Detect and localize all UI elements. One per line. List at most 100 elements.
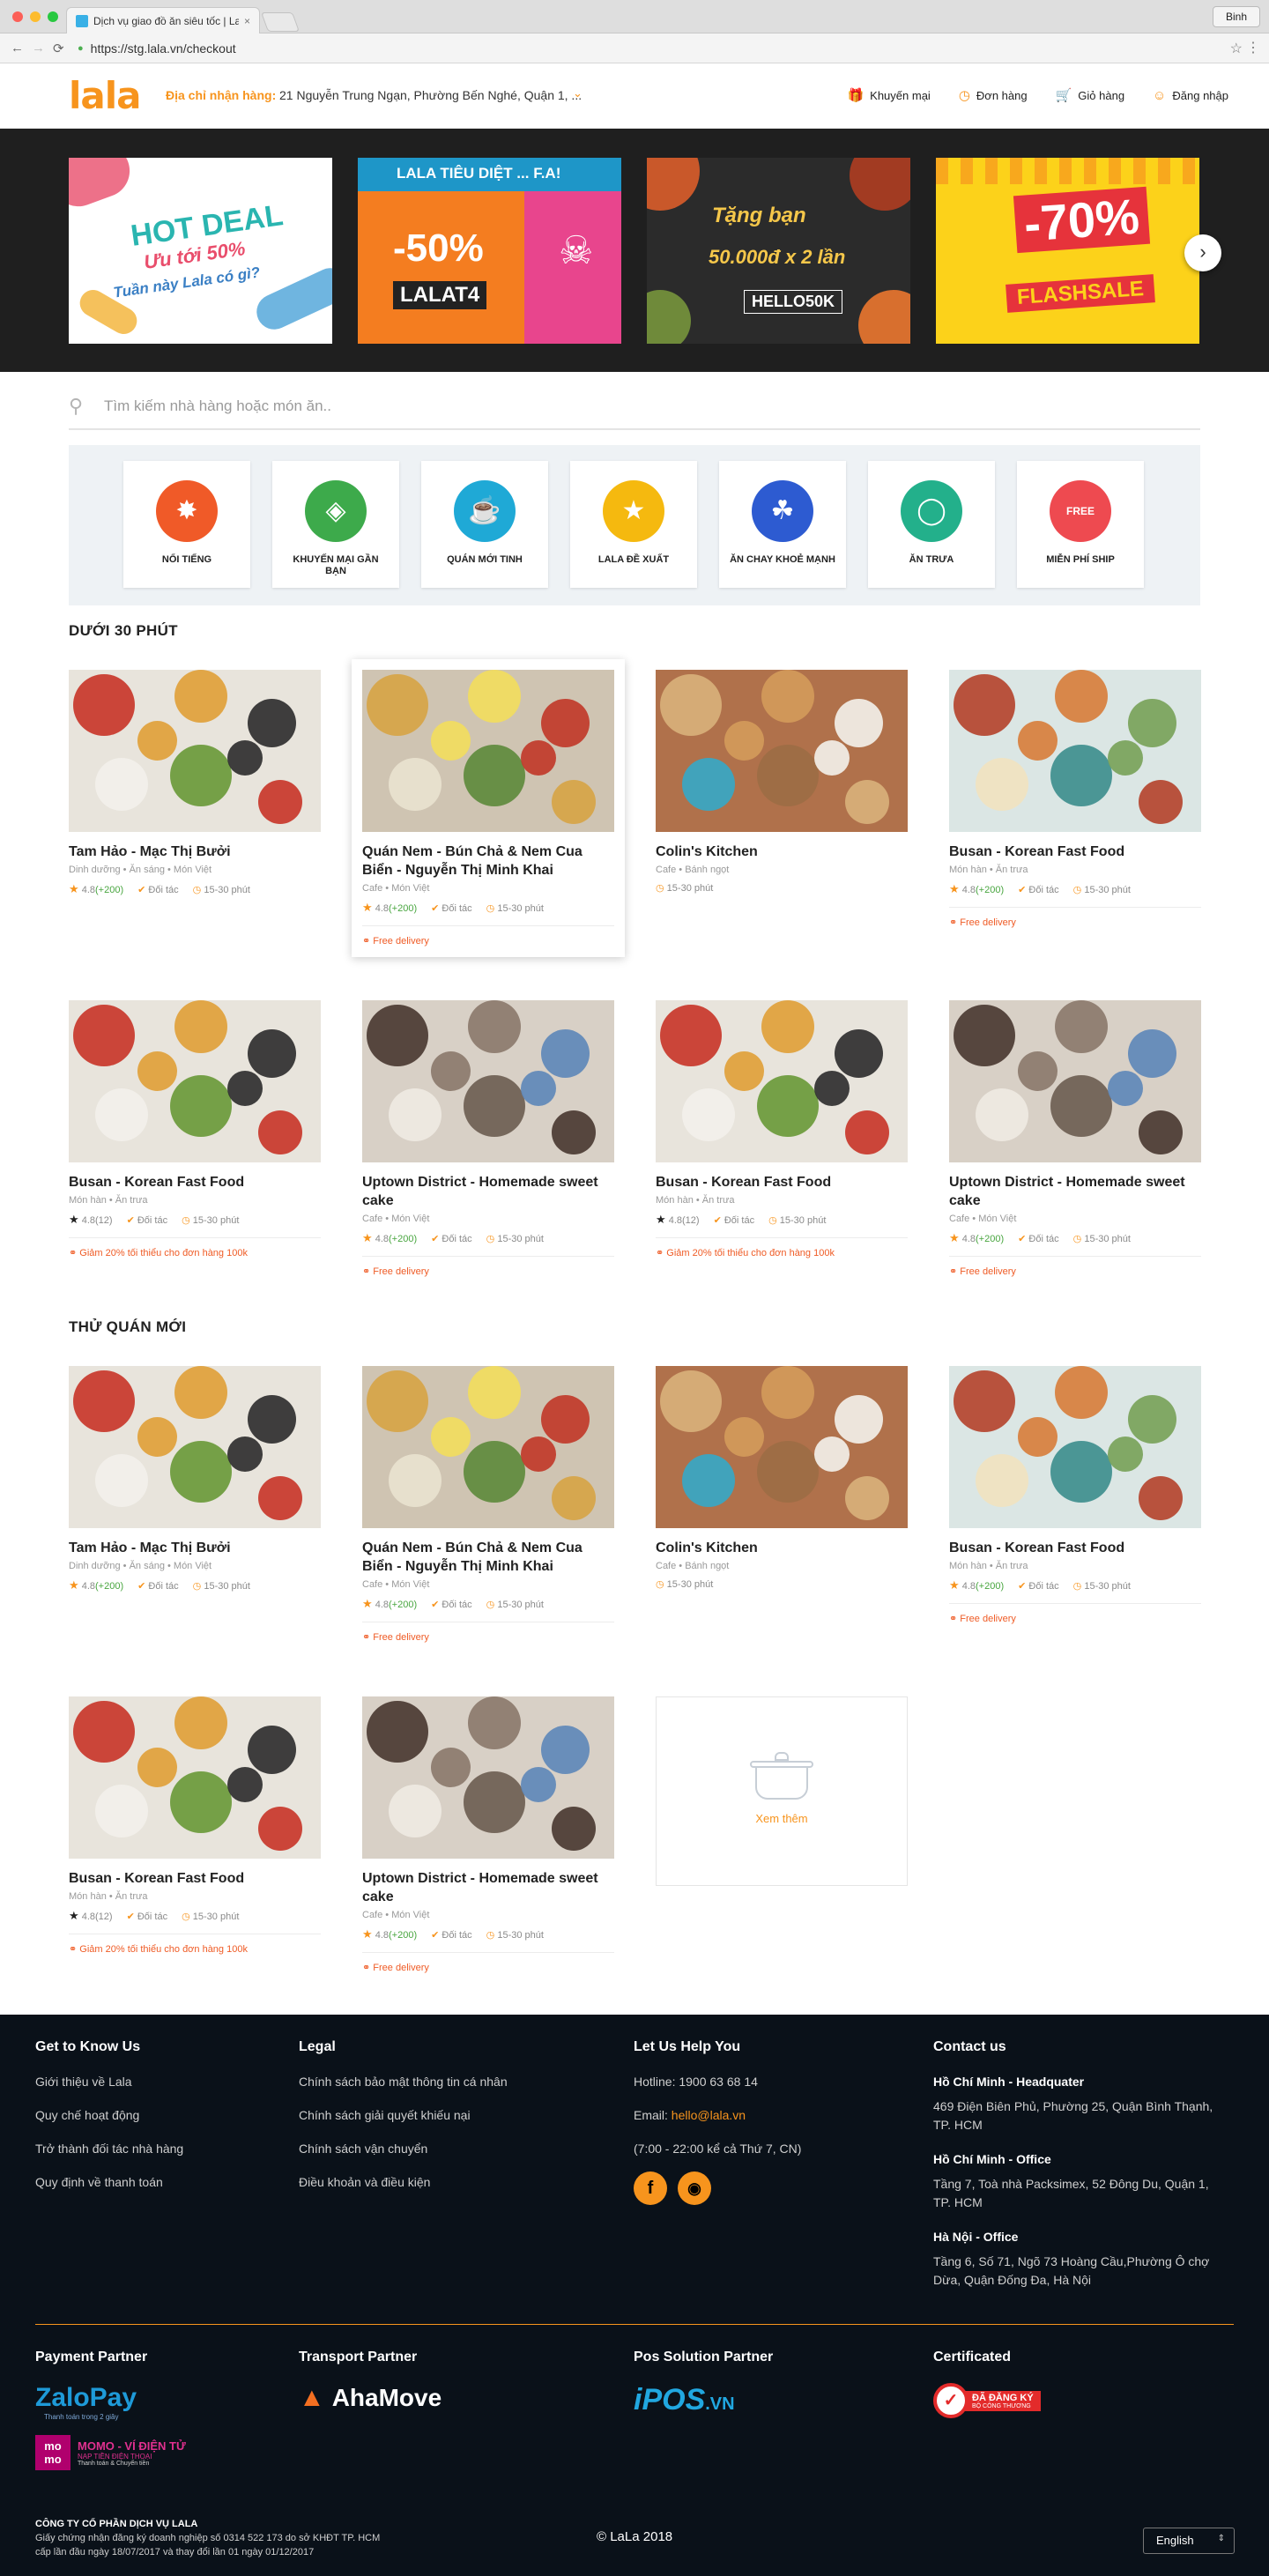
- browser-tab[interactable]: Dịch vụ giao đồ ăn siêu tốc | LaLa ×: [66, 7, 260, 33]
- restaurant-name[interactable]: Uptown District - Homemade sweet cake: [362, 1173, 614, 1210]
- restaurant-photo[interactable]: [949, 1000, 1201, 1162]
- nav-promotions[interactable]: 🎁 Khuyến mại: [847, 87, 930, 103]
- restaurant-card[interactable]: Busan - Korean Fast Food Món hàn • Ăn trư…: [949, 670, 1201, 928]
- zalopay-logo[interactable]: ZaloPay: [35, 2383, 186, 2413]
- new-tab-button[interactable]: [260, 12, 301, 32]
- banner-hello50k[interactable]: Tặng bạn 50.000đ x 2 lần HELLO50K: [647, 158, 910, 344]
- ahamove-logo[interactable]: ▲ AhaMove: [299, 2383, 442, 2413]
- restaurant-photo[interactable]: [656, 1366, 908, 1528]
- category-quan-moi[interactable]: ☕ QUÁN MỚI TINH: [421, 461, 548, 588]
- restaurant-card[interactable]: Quán Nem - Bún Chả & Nem Cua Biển - Nguy…: [362, 1366, 614, 1643]
- footer-link-rules[interactable]: Quy chế hoạt động: [35, 2108, 183, 2122]
- chevron-down-icon[interactable]: ⌄: [573, 86, 583, 100]
- restaurant-name[interactable]: Uptown District - Homemade sweet cake: [362, 1869, 614, 1906]
- restaurant-photo[interactable]: [362, 1000, 614, 1162]
- restaurant-photo[interactable]: [949, 670, 1201, 832]
- restaurant-card[interactable]: Tam Hảo - Mạc Thị Bưởi Dinh dưỡng • Ăn sá…: [69, 670, 321, 896]
- restaurant-card[interactable]: Colin's Kitchen Cafe • Bánh ngọt ◷ 15-30 p…: [656, 1366, 908, 1590]
- restaurant-name[interactable]: Tam Hảo - Mạc Thị Bưởi: [69, 843, 321, 861]
- restaurant-name[interactable]: Busan - Korean Fast Food: [69, 1173, 321, 1191]
- restaurant-name[interactable]: Busan - Korean Fast Food: [656, 1173, 908, 1191]
- footer-link-privacy[interactable]: Chính sách bảo mật thông tin cá nhân: [299, 2075, 508, 2089]
- restaurant-card[interactable]: Busan - Korean Fast Food Món hàn • Ăn trư…: [69, 1000, 321, 1258]
- footer-link-terms[interactable]: Điều khoản và điều kiện: [299, 2175, 508, 2189]
- restaurant-card[interactable]: Uptown District - Homemade sweet cake Caf…: [362, 1000, 614, 1277]
- restaurant-name[interactable]: Busan - Korean Fast Food: [949, 1539, 1201, 1557]
- window-controls[interactable]: [12, 11, 58, 22]
- category-an-trua[interactable]: ◯ ĂN TRƯA: [868, 461, 995, 588]
- restaurant-name[interactable]: Busan - Korean Fast Food: [69, 1869, 321, 1888]
- profile-button[interactable]: Binh: [1212, 6, 1260, 27]
- pos-partners: Pos Solution Partner iPOS.VN: [634, 2350, 773, 2417]
- nav-cart[interactable]: 🛒 Giỏ hàng: [1056, 87, 1124, 103]
- ipos-logo[interactable]: iPOS.VN: [634, 2383, 773, 2417]
- restaurant-name[interactable]: Colin's Kitchen: [656, 843, 908, 861]
- restaurant-card[interactable]: Busan - Korean Fast Food Món hàn • Ăn trư…: [656, 1000, 908, 1258]
- partner-label: Đối tác: [1028, 1580, 1059, 1592]
- registered-badge[interactable]: ✓ ĐÃ ĐĂNG KÝ BỘ CÔNG THƯƠNG: [933, 2383, 1041, 2418]
- category-khuyen-mai[interactable]: ◈ KHUYẾN MẠI GẦN BẠN: [272, 461, 399, 588]
- banner-lalat4[interactable]: LALA TIÊU DIỆT ... F.A! -50% LALAT4 ☠: [358, 158, 621, 344]
- footer-link-about[interactable]: Giới thiệu về Lala: [35, 2075, 183, 2089]
- banner-flashsale[interactable]: -70% FLASHSALE: [936, 158, 1199, 344]
- browser-menu-icon[interactable]: ⋮: [1246, 39, 1260, 56]
- restaurant-card[interactable]: Busan - Korean Fast Food Món hàn • Ăn trư…: [949, 1366, 1201, 1624]
- momo-logo[interactable]: mo mo MOMO - VÍ ĐIỆN TỬ NẠP TIỀN ĐIỆN TH…: [35, 2435, 186, 2470]
- restaurant-photo[interactable]: [69, 670, 321, 832]
- nav-orders[interactable]: ◷ Đơn hàng: [959, 87, 1028, 103]
- restaurant-photo[interactable]: [362, 670, 614, 832]
- restaurant-photo[interactable]: [69, 1696, 321, 1859]
- reload-icon[interactable]: ⟳: [53, 41, 64, 56]
- restaurant-name[interactable]: Busan - Korean Fast Food: [949, 843, 1201, 861]
- category-noi-tieng[interactable]: ✸ NỔI TIẾNG: [123, 461, 250, 588]
- restaurant-name[interactable]: Colin's Kitchen: [656, 1539, 908, 1557]
- delivery-address-value[interactable]: 21 Nguyễn Trung Ngạn, Phường Bến Nghé, Q…: [279, 88, 582, 102]
- restaurant-card[interactable]: Uptown District - Homemade sweet cake Caf…: [362, 1696, 614, 1973]
- restaurant-card[interactable]: Uptown District - Homemade sweet cake Caf…: [949, 1000, 1201, 1277]
- restaurant-name[interactable]: Tam Hảo - Mạc Thị Bưởi: [69, 1539, 321, 1557]
- minimize-window-button[interactable]: [30, 11, 41, 22]
- carousel-next-arrow-icon[interactable]: ›: [1184, 234, 1221, 271]
- restaurant-card[interactable]: Quán Nem - Bún Chả & Nem Cua Biển - Nguy…: [352, 659, 625, 957]
- bookmark-star-icon[interactable]: ☆: [1230, 40, 1243, 57]
- restaurant-name[interactable]: Quán Nem - Bún Chả & Nem Cua Biển - Nguy…: [362, 1539, 614, 1576]
- restaurant-photo[interactable]: [69, 1366, 321, 1528]
- restaurant-card[interactable]: Colin's Kitchen Cafe • Bánh ngọt ◷ 15-30 p…: [656, 670, 908, 894]
- forward-icon[interactable]: →: [32, 41, 45, 56]
- restaurant-photo[interactable]: [69, 1000, 321, 1162]
- lala-logo[interactable]: lala: [69, 74, 141, 117]
- promo-icon: ⚭: [362, 1632, 371, 1643]
- close-window-button[interactable]: [12, 11, 23, 22]
- footer-link-partner[interactable]: Trở thành đối tác nhà hàng: [35, 2142, 183, 2156]
- footer-hotline[interactable]: Hotline: 1900 63 68 14: [634, 2075, 801, 2089]
- back-icon[interactable]: ←: [11, 41, 24, 56]
- banner-hot-deal[interactable]: HOT DEAL Ưu tới 50% Tuần này Lala có gì?: [69, 158, 332, 344]
- category-lala-de-xuat[interactable]: ★ LALA ĐỀ XUẤT: [570, 461, 697, 588]
- footer-link-shipping[interactable]: Chính sách vận chuyển: [299, 2142, 508, 2156]
- restaurant-name[interactable]: Quán Nem - Bún Chả & Nem Cua Biển - Nguy…: [362, 843, 614, 880]
- search-bar[interactable]: ⚲ Tìm kiếm nhà hàng hoặc món ăn..: [69, 384, 1200, 430]
- facebook-icon[interactable]: f: [634, 2171, 667, 2205]
- close-tab-icon[interactable]: ×: [244, 15, 250, 27]
- restaurant-photo[interactable]: [362, 1696, 614, 1859]
- category-an-chay[interactable]: ☘ ĂN CHAY KHOẺ MẠNH: [719, 461, 846, 588]
- restaurant-photo[interactable]: [949, 1366, 1201, 1528]
- restaurant-photo[interactable]: [656, 670, 908, 832]
- language-select[interactable]: English ⇕: [1143, 2528, 1235, 2554]
- category-mien-phi-ship[interactable]: FREE MIỄN PHÍ SHIP: [1017, 461, 1144, 588]
- footer-link-payment[interactable]: Quy định về thanh toán: [35, 2175, 183, 2189]
- maximize-window-button[interactable]: [48, 11, 58, 22]
- search-input[interactable]: Tìm kiếm nhà hàng hoặc món ăn..: [104, 397, 331, 415]
- restaurant-card[interactable]: Tam Hảo - Mạc Thị Bưởi Dinh dưỡng • Ăn sá…: [69, 1366, 321, 1592]
- restaurant-card[interactable]: Busan - Korean Fast Food Món hàn • Ăn trư…: [69, 1696, 321, 1955]
- url-bar[interactable]: ● https://stg.lala.vn/checkout: [78, 37, 1221, 60]
- restaurant-photo[interactable]: [656, 1000, 908, 1162]
- restaurant-photo[interactable]: [362, 1366, 614, 1528]
- banner-hello50k-amount: 50.000đ x 2 lần: [709, 246, 846, 268]
- instagram-icon[interactable]: ◉: [678, 2171, 711, 2205]
- see-more-card[interactable]: Xem thêm: [656, 1696, 908, 1886]
- footer-email-link[interactable]: hello@lala.vn: [672, 2108, 746, 2122]
- restaurant-name[interactable]: Uptown District - Homemade sweet cake: [949, 1173, 1201, 1210]
- footer-link-complaints[interactable]: Chính sách giải quyết khiếu nại: [299, 2108, 508, 2122]
- nav-login[interactable]: ☺ Đăng nhập: [1153, 87, 1228, 103]
